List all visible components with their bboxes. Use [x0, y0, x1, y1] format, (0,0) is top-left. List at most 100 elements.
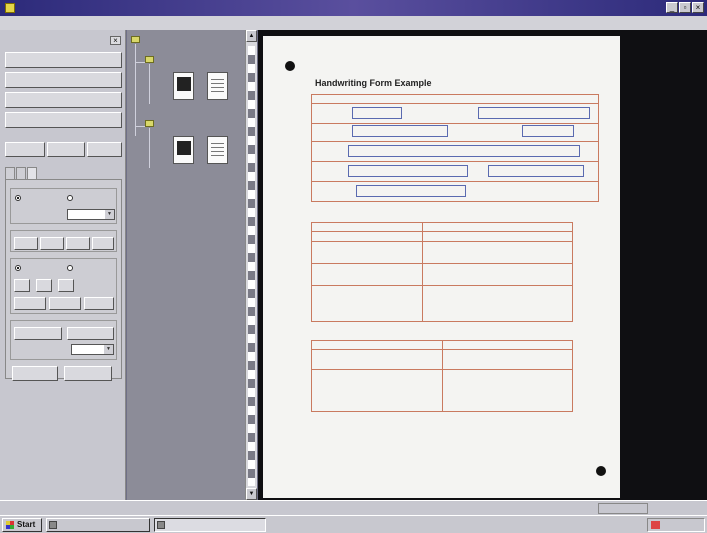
rotate-button[interactable]	[36, 279, 52, 292]
vertical-scrollbar[interactable]: ▲ ▼	[245, 30, 257, 500]
handwriting-box	[348, 165, 468, 177]
menu-bar	[0, 16, 707, 30]
system-tray	[647, 518, 705, 532]
form-rule	[312, 285, 572, 286]
output-select[interactable]	[71, 344, 114, 355]
punch-hole	[285, 61, 295, 71]
form-section-1	[311, 94, 599, 202]
control-pane: ×	[0, 30, 126, 500]
back-button[interactable]	[12, 366, 58, 381]
form-rule	[422, 223, 423, 321]
next-button[interactable]	[64, 366, 112, 381]
toolbar-button-1[interactable]	[5, 142, 45, 157]
close-window-button[interactable]: ×	[692, 2, 704, 13]
form-rule	[312, 123, 598, 124]
handwriting-box	[348, 145, 580, 157]
radio-option-1[interactable]	[15, 195, 23, 202]
app-icon	[5, 3, 15, 13]
toolbar-button-3[interactable]	[87, 142, 122, 157]
radio-selected-icon	[15, 265, 21, 272]
tree-line	[149, 64, 150, 104]
output-button-1[interactable]	[14, 327, 62, 340]
view-pages-button[interactable]	[5, 92, 122, 108]
rotate-left-button[interactable]	[14, 279, 30, 292]
scan-mode-group	[10, 188, 117, 224]
handwriting-box	[352, 125, 448, 137]
page-thumbnail[interactable]	[207, 72, 228, 100]
document-viewer[interactable]: Handwriting Form Example	[258, 30, 707, 500]
app-icon	[49, 521, 57, 529]
tree-folder-sub[interactable]	[145, 56, 157, 63]
minimize-button[interactable]: _	[666, 2, 678, 13]
form-rule	[312, 181, 598, 182]
section-heading	[312, 95, 598, 104]
size-button-1[interactable]	[14, 237, 38, 250]
page-thumbnail[interactable]	[207, 136, 228, 164]
option-button-3[interactable]	[84, 297, 114, 310]
taskbar-item-active[interactable]	[154, 518, 266, 532]
folder-icon	[145, 56, 154, 63]
size-button-4[interactable]	[92, 237, 114, 250]
taskbar: Start	[0, 515, 707, 533]
radio-selected-icon	[15, 195, 21, 202]
page-thumbnail[interactable]	[173, 72, 194, 100]
form-rule	[312, 241, 572, 242]
handwriting-box	[488, 165, 584, 177]
apply-button[interactable]	[5, 112, 122, 128]
section-heading	[312, 223, 572, 232]
radio-option-3[interactable]	[15, 265, 23, 272]
settings-tabs	[5, 167, 37, 179]
scroll-down-button[interactable]: ▼	[246, 488, 257, 500]
tab-1[interactable]	[5, 167, 15, 179]
handwriting-box	[478, 107, 590, 119]
radio-option-4[interactable]	[67, 265, 75, 272]
window-controls: _ ▫ ×	[666, 2, 704, 13]
pane-close-button[interactable]: ×	[110, 36, 121, 45]
rotate-right-button[interactable]	[58, 279, 74, 292]
form-title: Handwriting Form Example	[315, 78, 432, 88]
form-rule	[312, 263, 572, 264]
option-button-1[interactable]	[14, 297, 46, 310]
form-rule	[442, 341, 443, 411]
tree-folder-root[interactable]	[131, 36, 143, 43]
handwriting-box	[352, 107, 402, 119]
toolbar-button-2[interactable]	[47, 142, 85, 157]
scan-button[interactable]	[5, 52, 122, 68]
tab-3[interactable]	[27, 167, 37, 179]
form-rule	[312, 141, 598, 142]
form-section-3	[311, 340, 573, 412]
scroll-up-button[interactable]: ▲	[246, 30, 257, 42]
output-group	[10, 320, 117, 360]
page-thumbnail[interactable]	[173, 136, 194, 164]
tray-icon[interactable]	[651, 521, 660, 529]
scroll-track[interactable]	[248, 46, 255, 486]
tab-2[interactable]	[16, 167, 26, 179]
output-button-2[interactable]	[67, 327, 114, 340]
form-section-2	[311, 222, 573, 322]
taskbar-item[interactable]	[46, 518, 150, 532]
radio-empty-icon	[67, 195, 73, 202]
app-icon	[157, 521, 165, 529]
radio-empty-icon	[67, 265, 73, 272]
size-button-3[interactable]	[66, 237, 90, 250]
start-button[interactable]: Start	[2, 518, 42, 532]
title-bar: _ ▫ ×	[0, 0, 707, 16]
option-button-2[interactable]	[49, 297, 81, 310]
scanned-page: Handwriting Form Example	[263, 36, 620, 498]
settings-panel	[5, 179, 122, 379]
punch-hole	[596, 466, 606, 476]
tree-line	[135, 44, 136, 136]
size-button-2[interactable]	[40, 237, 64, 250]
resolution-select[interactable]	[67, 209, 115, 220]
folder-icon	[131, 36, 140, 43]
maximize-button[interactable]: ▫	[679, 2, 691, 13]
scan-page-button[interactable]	[5, 72, 122, 88]
thumbnail-tree	[127, 30, 245, 500]
tree-folder-sub-2[interactable]	[145, 120, 157, 127]
status-bar	[0, 500, 707, 515]
form-rule	[312, 161, 598, 162]
status-panel	[598, 503, 648, 514]
size-group	[10, 230, 117, 252]
tree-line	[149, 128, 150, 168]
radio-option-2[interactable]	[67, 195, 75, 202]
